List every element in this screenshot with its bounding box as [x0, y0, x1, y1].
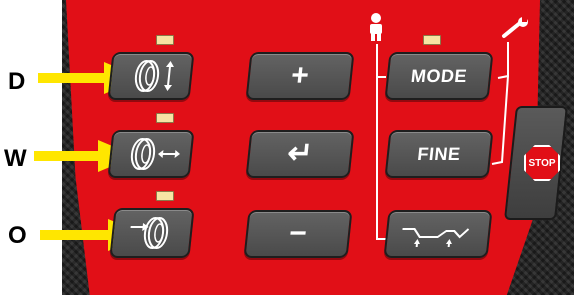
- enter-button[interactable]: ↵: [245, 130, 355, 178]
- stop-sign-icon: STOP: [524, 145, 560, 181]
- led-w: [156, 113, 174, 123]
- plus-button[interactable]: +: [245, 52, 355, 100]
- distance-button[interactable]: [107, 52, 195, 100]
- offset-button[interactable]: [109, 208, 195, 258]
- minus-button[interactable]: −: [243, 210, 353, 258]
- label-d: D: [8, 68, 26, 95]
- plus-symbol: +: [289, 59, 311, 92]
- led-o: [156, 191, 174, 201]
- mode-label: MODE: [410, 65, 469, 86]
- wheel-vertical-arrow-icon: [134, 60, 174, 92]
- wheel-profile-icon: [402, 228, 470, 247]
- minus-symbol: −: [287, 217, 309, 250]
- label-o: O: [8, 222, 27, 249]
- width-button[interactable]: [107, 130, 195, 178]
- stop-label: STOP: [528, 157, 556, 169]
- led-mode: [423, 35, 441, 45]
- fine-button[interactable]: FINE: [384, 130, 494, 178]
- operator-bracket-vertical: [376, 44, 378, 240]
- led-d: [156, 35, 174, 45]
- wheel-horizontal-arrow-icon: [130, 138, 180, 170]
- operator-bracket-top: [376, 76, 386, 78]
- mode-button[interactable]: MODE: [384, 52, 494, 100]
- person-icon: [370, 13, 382, 41]
- enter-symbol: ↵: [285, 137, 315, 170]
- fine-label: FINE: [416, 143, 462, 164]
- wrench-icon: [502, 17, 528, 38]
- balancing-mode-button[interactable]: [383, 210, 493, 258]
- wheel-offset-arrow-icon: [130, 217, 169, 249]
- label-w: W: [4, 145, 27, 172]
